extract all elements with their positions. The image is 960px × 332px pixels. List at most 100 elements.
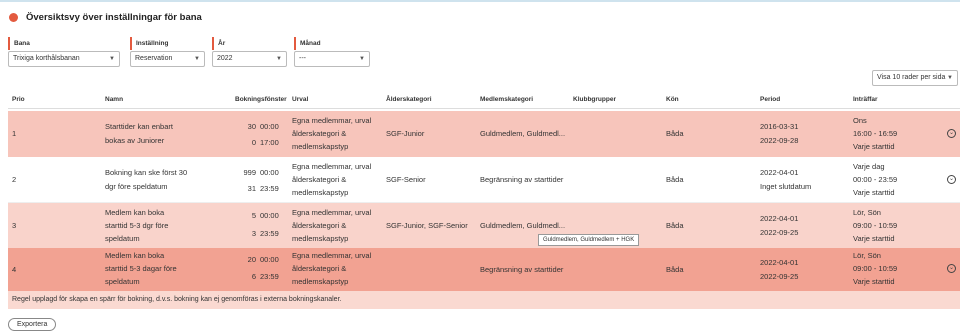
cell-medlemskategori: Guldmedlem, Guldmedl... xyxy=(480,129,566,138)
filter-manad: Månad --- ▼ xyxy=(294,37,370,67)
cell-period-end: 2022-09-25 xyxy=(760,228,799,237)
table-row[interactable]: 3 Medlem kan boka starttid 5-3 dgr före … xyxy=(8,203,960,248)
expand-row-icon[interactable]: ⌄ xyxy=(947,129,956,138)
cell-bf-time: 00:00 xyxy=(260,168,279,177)
cell-bf-time: 00:00 xyxy=(260,211,279,220)
cell-namn-line: dgr före speldatum xyxy=(105,182,168,191)
cell-intraffar-line: Varje dag xyxy=(853,162,885,171)
cell-medlemskategori: Begränsning av starttider xyxy=(480,175,564,184)
cell-intraffar-line: 09:00 - 10:59 xyxy=(853,264,898,273)
cell-namn-line: Medlem kan boka xyxy=(105,208,165,217)
ar-select-value: 2022 xyxy=(217,55,233,62)
expand-row-icon[interactable]: ⌄ xyxy=(947,264,956,273)
status-dot-icon xyxy=(9,13,18,22)
cell-intraffar-line: Lör, Sön xyxy=(853,208,881,217)
row-note: Regel upplagd för skapa en spärr för bok… xyxy=(8,291,960,309)
cell-medlemskategori: Begränsning av starttider xyxy=(480,265,564,274)
cell-bf-days: 6 xyxy=(251,272,256,281)
cell-medlemskategori[interactable]: Guldmedlem, Guldmedl... xyxy=(480,219,565,233)
cell-urval-line: Egna medlemmar, urval xyxy=(292,162,372,171)
filter-installning-label: Inställning xyxy=(130,37,205,50)
col-intraffar[interactable]: Inträffar xyxy=(853,96,878,103)
cell-urval-line: medlemskapstyp xyxy=(292,142,349,151)
cell-bf-time: 23:59 xyxy=(260,229,279,238)
expand-row-icon[interactable]: ⌄ xyxy=(947,175,956,184)
col-klubbgrupper[interactable]: Klubbgrupper xyxy=(573,96,616,103)
cell-urval-line: ålderskategori & xyxy=(292,264,347,273)
col-bokningsfonster[interactable]: Bokningsfönster xyxy=(235,96,287,103)
col-kon[interactable]: Kön xyxy=(666,96,679,103)
cell-period-start: 2022-04-01 xyxy=(760,168,799,177)
filter-manad-label: Månad xyxy=(294,37,370,50)
cell-namn-line: Starttider kan enbart xyxy=(105,122,173,131)
cell-alderskategori: SGF-Senior xyxy=(386,175,426,184)
installning-select-value: Reservation xyxy=(135,55,173,62)
cell-bf-days: 20 xyxy=(247,255,256,264)
cell-kon: Båda xyxy=(666,129,684,138)
col-prio[interactable]: Prio xyxy=(12,96,25,103)
col-period[interactable]: Period xyxy=(760,96,780,103)
cell-namn-line: speldatum xyxy=(105,234,140,243)
filter-bana-label: Bana xyxy=(8,37,120,50)
cell-alderskategori: SGF-Junior, SGF-Senior xyxy=(386,221,468,230)
cell-urval-line: medlemskapstyp xyxy=(292,188,349,197)
cell-namn-line: speldatum xyxy=(105,277,140,286)
page-size-select[interactable]: Visa 10 rader per sida ▼ xyxy=(872,70,958,86)
cell-bf-days: 5 xyxy=(251,211,256,220)
cell-urval-line: Egna medlemmar, urval xyxy=(292,116,372,125)
cell-kon: Båda xyxy=(666,175,684,184)
cell-namn-line: Medlem kan boka xyxy=(105,251,165,260)
cell-intraffar-line: 00:00 - 23:59 xyxy=(853,175,898,184)
cell-period-end: 2022-09-25 xyxy=(760,272,799,281)
table-row[interactable]: 4 Medlem kan boka starttid 5-3 dagar för… xyxy=(8,248,960,291)
col-urval[interactable]: Urval xyxy=(292,96,308,103)
installning-select[interactable]: Reservation ▼ xyxy=(130,51,205,67)
bana-select[interactable]: Trixiga korthålsbanan ▼ xyxy=(8,51,120,67)
cell-intraffar-line: Varje starttid xyxy=(853,277,895,286)
cell-bf-days: 3 xyxy=(251,229,256,238)
cell-urval-line: ålderskategori & xyxy=(292,129,347,138)
cell-bf-days: 31 xyxy=(247,184,256,193)
cell-prio: 4 xyxy=(12,265,17,274)
cell-urval-line: Egna medlemmar, urval xyxy=(292,208,372,217)
chevron-down-icon: ▼ xyxy=(947,75,953,81)
page-header: Översiktsvy över inställningar för bana xyxy=(9,12,202,23)
cell-bf-time: 17:00 xyxy=(260,138,279,147)
cell-period-end: 2022-09-28 xyxy=(760,136,799,145)
tooltip-medlemskategori: Guldmedlem, Guldmedlem + HGK xyxy=(538,234,640,246)
chevron-down-icon: ▼ xyxy=(276,56,282,62)
cell-namn-line: starttid 5-3 dgr före xyxy=(105,221,169,230)
cell-namn-line: bokas av Juniorer xyxy=(105,136,165,145)
table-row[interactable]: 1 Starttider kan enbart bokas av Juniore… xyxy=(8,111,960,157)
cell-intraffar-line: Lör, Sön xyxy=(853,251,881,260)
manad-select[interactable]: --- ▼ xyxy=(294,51,370,67)
cell-prio: 1 xyxy=(12,129,17,138)
cell-urval-line: medlemskapstyp xyxy=(292,234,349,243)
cell-kon: Båda xyxy=(666,265,684,274)
table-row[interactable]: 2 Bokning kan ske först 30 dgr före spel… xyxy=(8,157,960,203)
page-size-value: Visa 10 rader per sida xyxy=(877,74,946,81)
page-title: Översiktsvy över inställningar för bana xyxy=(26,12,202,23)
cell-prio: 2 xyxy=(12,175,17,184)
col-medlemskategori[interactable]: Medlemskategori xyxy=(480,96,533,103)
cell-intraffar-line: Varje starttid xyxy=(853,188,895,197)
chevron-down-icon: ▼ xyxy=(109,56,115,62)
col-namn[interactable]: Namn xyxy=(105,96,123,103)
cell-intraffar-line: Varje starttid xyxy=(853,142,895,151)
cell-urval-line: Egna medlemmar, urval xyxy=(292,251,372,260)
cell-namn-line: starttid 5-3 dagar före xyxy=(105,264,177,273)
cell-urval-line: ålderskategori & xyxy=(292,221,347,230)
cell-intraffar-line: Varje starttid xyxy=(853,234,895,243)
ar-select[interactable]: 2022 ▼ xyxy=(212,51,287,67)
cell-period-end: Inget slutdatum xyxy=(760,182,812,191)
chevron-down-icon: ▼ xyxy=(194,56,200,62)
cell-period-start: 2022-04-01 xyxy=(760,214,799,223)
bana-select-value: Trixiga korthålsbanan xyxy=(13,55,80,62)
cell-urval-line: ålderskategori & xyxy=(292,175,347,184)
cell-bf-time: 23:59 xyxy=(260,184,279,193)
cell-bf-time: 23:59 xyxy=(260,272,279,281)
filter-ar-label: År xyxy=(212,37,287,50)
header-divider xyxy=(8,108,960,109)
col-alderskategori[interactable]: Ålderskategori xyxy=(386,96,432,103)
export-button[interactable]: Exportera xyxy=(8,318,57,331)
